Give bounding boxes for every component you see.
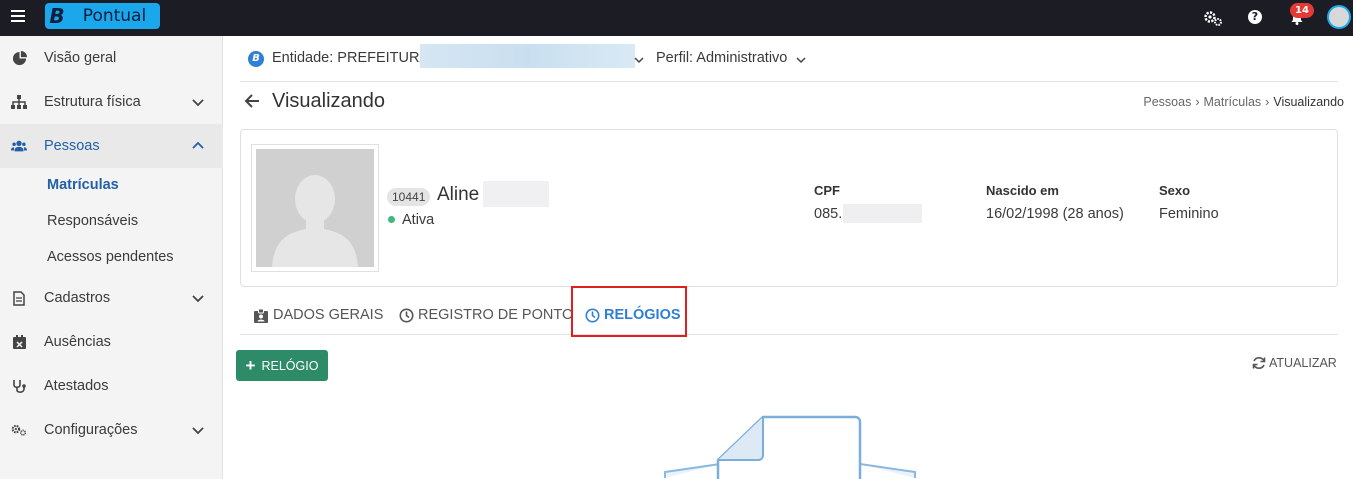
settings-gears-icon[interactable] <box>1203 9 1223 32</box>
clock-icon <box>399 308 414 323</box>
status-dot-icon <box>388 216 395 223</box>
birth-label: Nascido em <box>986 183 1059 198</box>
chevron-down-icon <box>191 95 205 109</box>
active-tab-highlight <box>571 286 687 337</box>
sidebar-item-label: Estrutura física <box>44 94 141 110</box>
tab-label: REGISTRO DE PONTO <box>418 307 574 323</box>
sidebar-subitem-matriculas[interactable]: Matrículas <box>47 177 119 193</box>
page-title: Visualizando <box>272 90 386 112</box>
sidebar-item-label: Cadastros <box>44 290 111 306</box>
logo-letter: B <box>49 4 65 28</box>
sidebar-item-estrutura-fisica[interactable]: Estrutura física <box>0 80 223 124</box>
breadcrumb-separator-icon: › <box>1265 95 1270 109</box>
sidebar-item-ausencias[interactable]: Ausências <box>0 320 223 364</box>
refresh-icon <box>1252 356 1266 370</box>
breadcrumb-link-pessoas[interactable]: Pessoas <box>1143 95 1191 109</box>
menu-icon[interactable] <box>11 10 25 24</box>
sidebar-item-atestados[interactable]: Atestados <box>0 364 223 408</box>
breadcrumb-separator-icon: › <box>1195 95 1200 109</box>
pie-chart-icon <box>11 50 27 66</box>
sidebar-subitem-acessos-pendentes[interactable]: Acessos pendentes <box>47 249 174 265</box>
back-arrow-icon[interactable] <box>243 92 261 115</box>
chevron-up-icon <box>191 139 205 153</box>
chevron-down-icon <box>191 291 205 305</box>
breadcrumb: Pessoas › Matrículas › Visualizando <box>1143 95 1344 109</box>
sex-label: Sexo <box>1159 183 1191 198</box>
sidebar-item-label: Pessoas <box>44 138 100 154</box>
avatar-placeholder-icon <box>256 149 374 267</box>
sidebar-item-label: Ausências <box>44 334 111 350</box>
notifications-badge: 14 <box>1290 3 1314 18</box>
person-name: Aline <box>437 184 480 205</box>
breadcrumb-current: Visualizando <box>1273 95 1344 109</box>
sidebar-item-pessoas[interactable]: Pessoas <box>0 124 223 168</box>
add-relogio-button[interactable]: + RELÓGIO <box>236 350 328 381</box>
empty-documents-icon <box>660 412 930 479</box>
tab-bar: DADOS GERAIS REGISTRO DE PONTO RELÓGIOS <box>240 296 1338 335</box>
tab-label: DADOS GERAIS <box>273 307 384 323</box>
chevron-down-icon <box>191 423 205 437</box>
sidebar-item-cadastros[interactable]: Cadastros <box>0 276 223 320</box>
refresh-label: ATUALIZAR <box>1269 356 1337 370</box>
chevron-down-icon[interactable] <box>634 52 644 70</box>
stethoscope-icon <box>11 378 27 394</box>
person-photo <box>251 144 379 272</box>
person-card: 10441 Aline Ativa CPF 085. Nascido em 16… <box>240 129 1338 287</box>
refresh-button[interactable]: ATUALIZAR <box>1252 356 1337 370</box>
user-avatar[interactable] <box>1327 5 1351 29</box>
entity-label[interactable]: Entidade: PREFEITURA <box>272 50 429 66</box>
top-bar: B Pontual ? 14 <box>0 0 1353 36</box>
sidebar-item-configuracoes[interactable]: Configurações <box>0 408 223 452</box>
add-relogio-label: RELÓGIO <box>261 358 319 373</box>
cpf-label: CPF <box>814 183 840 198</box>
entity-name-redacted <box>420 44 635 68</box>
sex-value: Feminino <box>1159 206 1219 222</box>
entity-brand-icon: B <box>248 51 264 67</box>
person-status: Ativa <box>402 212 435 228</box>
chevron-down-icon[interactable] <box>796 52 806 70</box>
birth-value: 16/02/1998 (28 anos) <box>986 206 1124 222</box>
person-id-badge: 10441 <box>387 188 431 206</box>
cpf-redacted <box>843 204 922 223</box>
tab-registro-de-ponto[interactable]: REGISTRO DE PONTO <box>399 296 573 334</box>
calendar-x-icon <box>11 334 27 350</box>
id-card-icon <box>253 308 269 323</box>
logo-text: Pontual <box>82 6 147 26</box>
app-logo[interactable]: B Pontual <box>45 3 160 29</box>
sidebar: Visão geral Estrutura física Pessoas Mat… <box>0 36 223 479</box>
sidebar-item-label: Visão geral <box>44 50 117 66</box>
sitemap-icon <box>11 94 27 110</box>
sidebar-subitem-responsaveis[interactable]: Responsáveis <box>47 213 138 229</box>
profile-selector[interactable]: Perfil: Administrativo <box>656 50 787 66</box>
help-icon[interactable]: ? <box>1248 10 1262 24</box>
tab-dados-gerais[interactable]: DADOS GERAIS <box>253 296 383 334</box>
person-surname-redacted <box>483 181 549 207</box>
sidebar-item-visao-geral[interactable]: Visão geral <box>0 36 223 80</box>
sidebar-item-label: Atestados <box>44 378 109 394</box>
file-icon <box>11 290 27 306</box>
gears-icon <box>11 422 27 438</box>
users-icon <box>11 138 27 154</box>
entity-bar: B Entidade: PREFEITURA Perfil: Administr… <box>240 42 1338 82</box>
breadcrumb-link-matriculas[interactable]: Matrículas <box>1204 95 1262 109</box>
plus-icon: + <box>245 355 256 375</box>
cpf-value: 085. <box>814 206 843 222</box>
sidebar-item-label: Configurações <box>44 422 138 438</box>
